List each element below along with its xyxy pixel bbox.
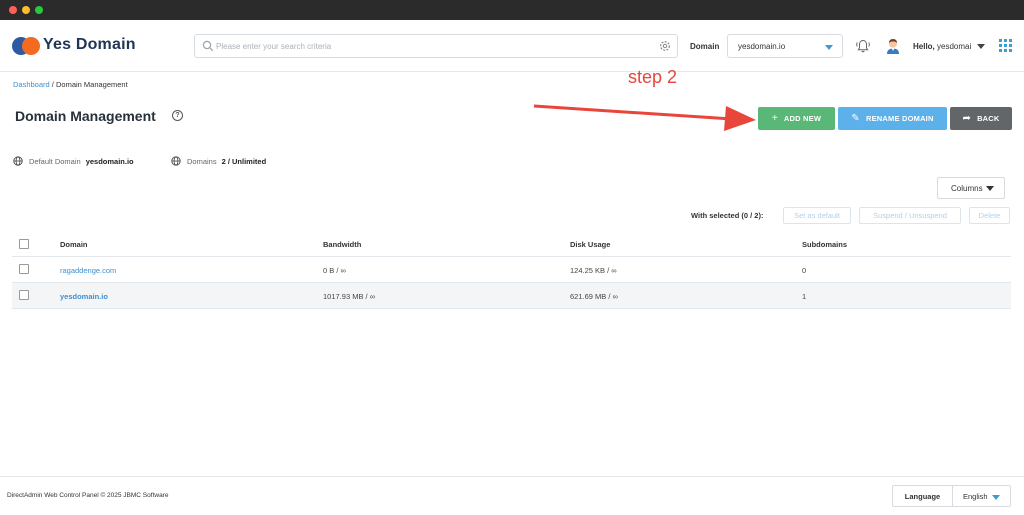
global-search (194, 34, 678, 58)
default-domain-value: yesdomain.io (85, 157, 134, 166)
window-close-button[interactable] (9, 6, 17, 14)
breadcrumb-dashboard-link[interactable]: Dashboard (13, 80, 50, 89)
annotation-arrow-icon (533, 104, 756, 131)
domain-selector-label: Domain (690, 42, 720, 51)
brand-name[interactable]: Yes Domain (43, 36, 136, 54)
search-icon (202, 40, 214, 52)
column-header-domain[interactable]: Domain (60, 240, 88, 249)
window-titlebar (0, 0, 1024, 20)
search-input[interactable] (216, 38, 656, 54)
set-as-default-button[interactable]: Set as default (783, 207, 851, 224)
domain-selector[interactable]: yesdomain.io (727, 34, 843, 58)
table-header-row: Domain Bandwidth Disk Usage Subdomains (12, 232, 1011, 257)
chevron-down-icon (825, 45, 833, 50)
domains-table: Domain Bandwidth Disk Usage Subdomains r… (12, 232, 1011, 309)
breadcrumb: Dashboard / Domain Management (13, 80, 128, 89)
annotation-step-label: step 2 (628, 67, 678, 87)
username: yesdomai (937, 42, 972, 51)
top-navbar: Yes Domain Domain yesdomain.io Hello, ye… (0, 20, 1024, 72)
domains-count-info: Domains 2 / Unlimited (171, 156, 266, 166)
disk-usage-value: 621.69 MB / ∞ (570, 292, 618, 301)
delete-button[interactable]: Delete (969, 207, 1010, 224)
back-button[interactable]: ➦ BACK (950, 107, 1012, 130)
breadcrumb-separator: / (51, 80, 54, 89)
bandwidth-value: 0 B / ∞ (323, 266, 346, 275)
help-icon[interactable]: ? (172, 110, 183, 121)
back-arrow-icon: ➦ (962, 113, 972, 124)
back-label: BACK (977, 114, 1000, 123)
domains-label: Domains (187, 157, 217, 166)
default-domain-info: Default Domain yesdomain.io (13, 156, 134, 166)
window-maximize-button[interactable] (35, 6, 43, 14)
user-menu-caret-icon[interactable] (977, 44, 985, 49)
rename-domain-label: RENAME DOMAIN (865, 114, 934, 123)
breadcrumb-current: Domain Management (55, 80, 128, 89)
column-header-bandwidth[interactable]: Bandwidth (323, 240, 361, 249)
chevron-down-icon (986, 186, 994, 191)
plus-icon: + (771, 113, 778, 124)
add-new-button[interactable]: + ADD NEW (758, 107, 835, 130)
apps-grid-icon[interactable] (999, 39, 1012, 52)
copyright-text: DirectAdmin Web Control Panel © 2025 JBM… (7, 492, 169, 499)
subdomains-count: 0 (802, 266, 807, 275)
globe-icon (171, 156, 181, 166)
rename-domain-button[interactable]: ✎ RENAME DOMAIN (838, 107, 947, 130)
table-row: yesdomain.io 1017.93 MB / ∞ 621.69 MB / … (12, 283, 1011, 309)
columns-dropdown[interactable]: Columns (937, 177, 1005, 199)
settings-gear-icon[interactable] (659, 40, 671, 52)
pencil-icon: ✎ (851, 113, 860, 124)
user-greeting[interactable]: Hello, yesdomai (913, 42, 971, 51)
default-domain-label: Default Domain (29, 157, 81, 166)
table-row: ragaddenge.com 0 B / ∞ 124.25 KB / ∞ 0 (12, 257, 1011, 283)
bandwidth-value: 1017.93 MB / ∞ (323, 292, 376, 301)
columns-label: Columns (951, 184, 983, 193)
user-avatar[interactable] (885, 37, 901, 54)
add-new-label: ADD NEW (783, 114, 822, 123)
suspend-unsuspend-button[interactable]: Suspend / Unsuspend (859, 207, 961, 224)
column-header-disk-usage[interactable]: Disk Usage (570, 240, 610, 249)
row-checkbox[interactable] (19, 290, 29, 300)
window-minimize-button[interactable] (22, 6, 30, 14)
brand-logo[interactable] (12, 37, 42, 55)
language-value: English (963, 492, 988, 501)
select-all-checkbox[interactable] (19, 239, 29, 249)
globe-icon (13, 156, 23, 166)
row-checkbox[interactable] (19, 264, 29, 274)
language-selector[interactable]: Language English (892, 485, 1011, 507)
notification-bell-icon[interactable] (855, 38, 871, 54)
page-footer: DirectAdmin Web Control Panel © 2025 JBM… (0, 476, 1024, 515)
domains-value: 2 / Unlimited (221, 157, 267, 166)
disk-usage-value: 124.25 KB / ∞ (570, 266, 617, 275)
page-title: Domain Management (15, 108, 156, 124)
domain-selector-value: yesdomain.io (738, 42, 786, 51)
subdomains-count: 1 (802, 292, 807, 301)
column-header-subdomains[interactable]: Subdomains (802, 240, 847, 249)
with-selected-label: With selected (0 / 2): (691, 211, 764, 220)
chevron-down-icon (992, 495, 1000, 500)
domain-link[interactable]: ragaddenge.com (60, 266, 116, 275)
domain-link[interactable]: yesdomain.io (60, 292, 108, 301)
language-label: Language (893, 486, 953, 506)
